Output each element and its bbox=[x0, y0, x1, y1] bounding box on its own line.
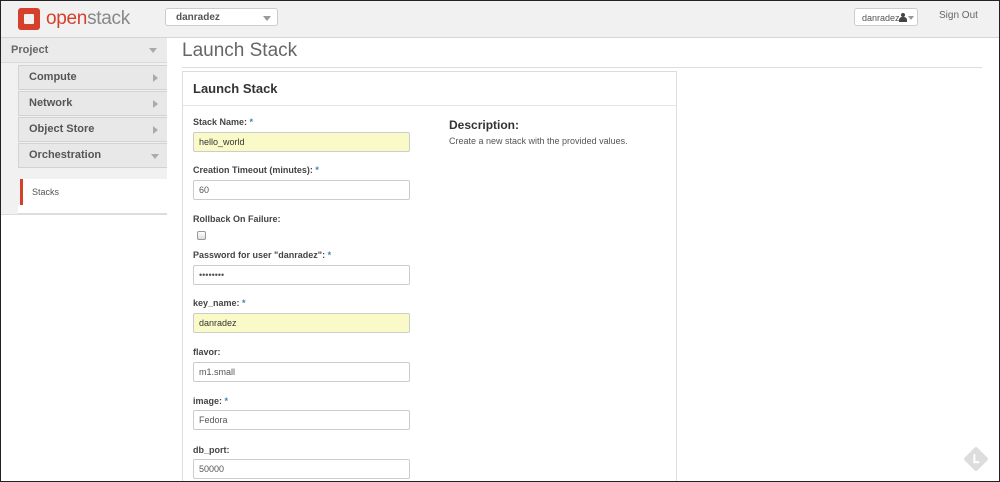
chevron-right-icon bbox=[153, 126, 158, 134]
sidebar-item-label: Orchestration bbox=[29, 149, 102, 161]
sign-out-link[interactable]: Sign Out bbox=[939, 10, 978, 21]
sidebar-item-label: Network bbox=[29, 97, 73, 109]
stack-name-label: Stack Name: * bbox=[193, 117, 254, 127]
image-input[interactable]: Fedora bbox=[193, 410, 410, 430]
sidebar-item-object-store[interactable]: Object Store bbox=[18, 117, 167, 142]
form-title: Launch Stack bbox=[193, 81, 278, 96]
chevron-down-icon bbox=[908, 16, 914, 20]
user-menu[interactable]: danradez bbox=[854, 8, 918, 26]
top-bar: openstack danradez danradez Sign Out bbox=[1, 1, 999, 38]
description-heading: Description: bbox=[449, 118, 520, 132]
sidebar-item-label: Compute bbox=[29, 71, 77, 83]
browser-frame: openstack danradez danradez Sign Out Pro… bbox=[0, 0, 1000, 482]
openstack-logo[interactable]: openstack bbox=[18, 7, 130, 31]
key-name-label: key_name: * bbox=[193, 298, 246, 308]
user-menu-label: danradez bbox=[862, 13, 900, 23]
chevron-right-icon bbox=[153, 100, 158, 108]
feedback-icon[interactable] bbox=[963, 446, 989, 472]
rollback-label: Rollback On Failure: bbox=[193, 214, 281, 224]
page-title: Launch Stack bbox=[182, 40, 298, 61]
rollback-checkbox[interactable] bbox=[197, 231, 206, 240]
launch-stack-form: Launch Stack Stack Name: * hello_world C… bbox=[182, 71, 677, 481]
sidebar-item-label: Object Store bbox=[29, 123, 95, 135]
openstack-logo-icon bbox=[18, 8, 40, 30]
key-name-input[interactable]: danradez bbox=[193, 313, 410, 333]
sidebar: Project Compute Network Object Store Orc… bbox=[1, 38, 167, 215]
sidebar-section-label: Project bbox=[11, 44, 49, 56]
password-input[interactable]: •••••••• bbox=[193, 265, 410, 285]
logo-wordmark: openstack bbox=[46, 8, 130, 29]
project-selector[interactable]: danradez bbox=[165, 8, 278, 26]
flavor-label: flavor: bbox=[193, 347, 221, 357]
creation-timeout-label: Creation Timeout (minutes): * bbox=[193, 165, 319, 175]
chevron-down-icon bbox=[149, 48, 157, 53]
sidebar-subitem-stacks[interactable]: Stacks bbox=[20, 179, 167, 205]
stack-name-input[interactable]: hello_world bbox=[193, 132, 410, 152]
chevron-down-icon bbox=[151, 154, 159, 159]
description-text: Create a new stack with the provided val… bbox=[449, 136, 628, 146]
sidebar-section-project[interactable]: Project bbox=[1, 38, 167, 63]
sidebar-subitem-spacer bbox=[18, 205, 167, 214]
flavor-input[interactable]: m1.small bbox=[193, 362, 410, 382]
creation-timeout-input[interactable]: 60 bbox=[193, 180, 410, 200]
project-selector-label: danradez bbox=[176, 12, 220, 23]
form-header: Launch Stack bbox=[183, 72, 676, 106]
divider bbox=[182, 67, 982, 68]
chevron-right-icon bbox=[153, 74, 158, 82]
sidebar-item-compute[interactable]: Compute bbox=[18, 65, 167, 90]
sidebar-item-network[interactable]: Network bbox=[18, 91, 167, 116]
db-port-label: db_port: bbox=[193, 445, 230, 455]
sidebar-item-orchestration[interactable]: Orchestration bbox=[18, 143, 167, 168]
image-label: image: * bbox=[193, 396, 229, 406]
password-label: Password for user "danradez": * bbox=[193, 250, 332, 260]
chevron-down-icon bbox=[263, 16, 271, 21]
user-icon bbox=[899, 13, 907, 22]
db-port-input[interactable]: 50000 bbox=[193, 459, 410, 479]
